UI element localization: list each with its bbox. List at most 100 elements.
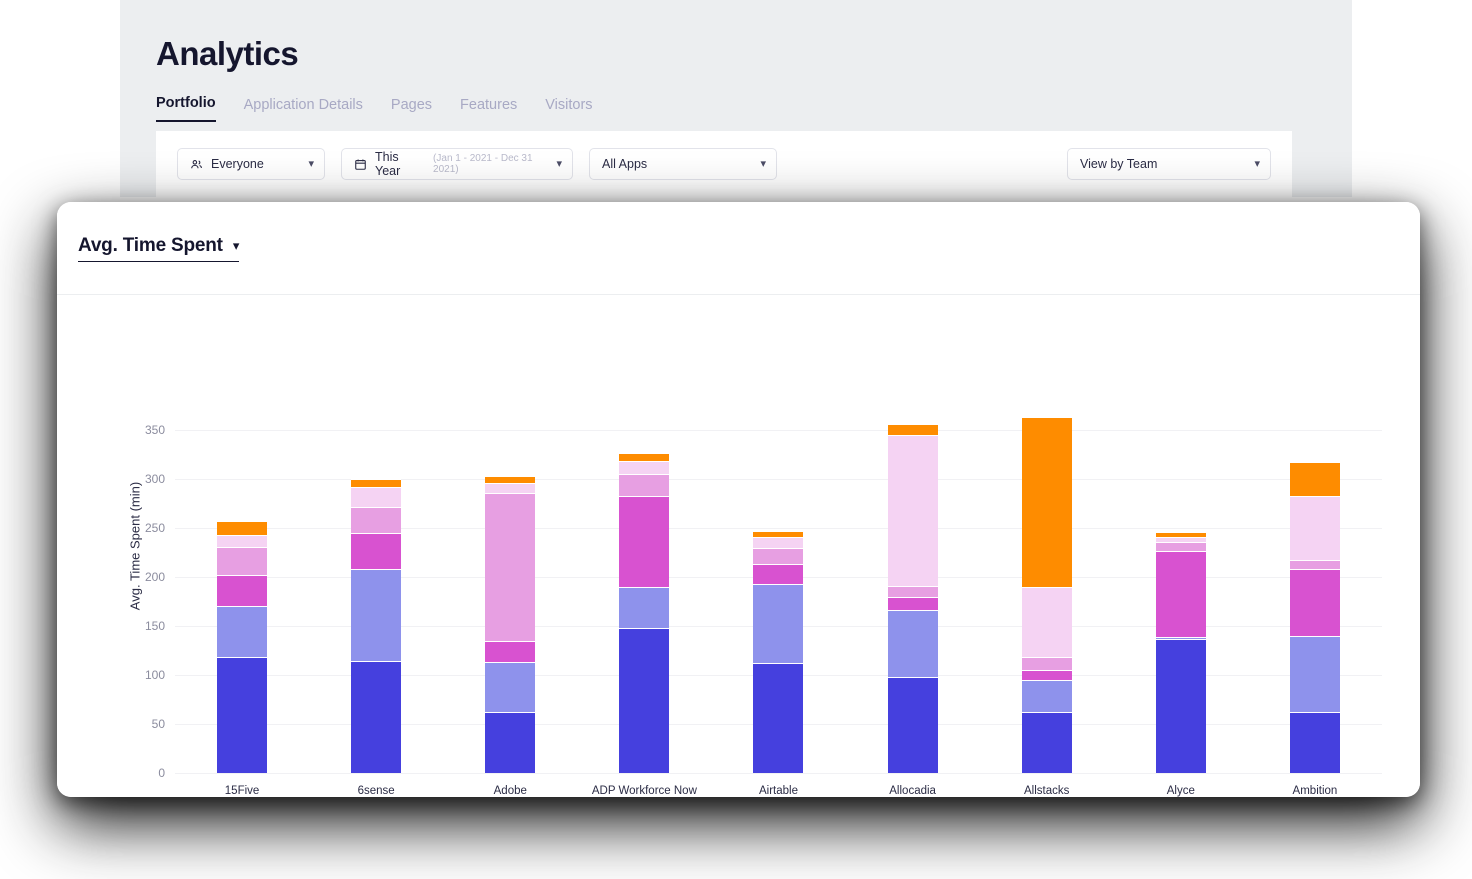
stacked-bar[interactable] (1155, 531, 1206, 773)
bar-segment-product[interactable] (619, 627, 670, 773)
calendar-icon (355, 159, 366, 170)
bar-segment-product[interactable] (1289, 712, 1340, 773)
x-axis-tick-label: Adobe (493, 785, 527, 797)
bar-segment-it[interactable] (217, 575, 268, 607)
bar-segment-marketing[interactable] (485, 482, 536, 493)
x-axis-tick-label: 15Five (224, 785, 260, 797)
bar-segment-sales[interactable] (1021, 657, 1072, 671)
bar-segment-engineering[interactable] (887, 610, 938, 677)
bar-column[interactable] (1248, 430, 1382, 773)
bar-segment-sales[interactable] (887, 585, 938, 597)
stacked-bar[interactable] (753, 530, 804, 773)
x-axis-tick-label: 6sense (357, 785, 395, 797)
bar-segment-design[interactable] (351, 479, 402, 487)
x-axis-tick-label: ADP Workforce Now (591, 785, 697, 797)
y-axis-tick: 50 (151, 717, 165, 731)
bar-segment-engineering[interactable] (351, 569, 402, 662)
audience-filter-label: Everyone (211, 157, 264, 171)
tab-visitors[interactable]: Visitors (545, 97, 592, 122)
bar-segment-it[interactable] (1021, 670, 1072, 680)
app-root: Analytics Portfolio Application Details Pa… (0, 0, 1472, 879)
bar-segment-engineering[interactable] (753, 583, 804, 664)
chart-bars (175, 417, 1382, 773)
tab-pages[interactable]: Pages (391, 97, 432, 122)
bar-segment-sales[interactable] (485, 492, 536, 641)
bar-segment-it[interactable] (1289, 569, 1340, 636)
audience-filter[interactable]: Everyone ▾ (177, 148, 325, 180)
bar-segment-it[interactable] (351, 532, 402, 570)
date-range-filter[interactable]: This Year (Jan 1 - 2021 - Dec 31 2021) ▾ (341, 148, 573, 180)
bar-segment-marketing[interactable] (753, 536, 804, 548)
bar-segment-marketing[interactable] (1289, 495, 1340, 561)
x-axis-labels: 15Five 6sense Adobe ADP Workforce Now Airtab… (175, 785, 1382, 797)
bar-segment-design[interactable] (619, 452, 670, 462)
bar-segment-sales[interactable] (351, 507, 402, 533)
bar-segment-engineering[interactable] (1289, 635, 1340, 713)
bar-segment-engineering[interactable] (217, 606, 268, 658)
bar-column[interactable] (711, 430, 845, 773)
bar-column[interactable] (175, 430, 309, 773)
bar-column[interactable] (1114, 430, 1248, 773)
chart-plot-area: Avg. Time Spent (min) 0 50 100 150 200 250 300… (57, 295, 1420, 797)
bar-segment-marketing[interactable] (887, 434, 938, 586)
stacked-bar[interactable] (619, 452, 670, 773)
tab-portfolio[interactable]: Portfolio (156, 95, 216, 123)
apps-filter[interactable]: All Apps ▾ (589, 148, 777, 180)
stacked-bar[interactable] (1289, 462, 1340, 773)
bar-segment-it[interactable] (485, 640, 536, 663)
bar-segment-product[interactable] (351, 661, 402, 773)
stacked-bar[interactable] (1021, 417, 1072, 773)
bar-segment-design[interactable] (1021, 417, 1072, 587)
bar-segment-sales[interactable] (619, 474, 670, 496)
view-by-label: View by Team (1080, 157, 1158, 171)
bar-segment-design[interactable] (217, 521, 268, 535)
bar-column[interactable] (980, 417, 1114, 773)
bar-segment-marketing[interactable] (217, 534, 268, 547)
bar-segment-engineering[interactable] (619, 586, 670, 628)
bar-segment-sales[interactable] (217, 546, 268, 576)
bar-segment-sales[interactable] (1155, 541, 1206, 551)
bar-segment-it[interactable] (887, 596, 938, 611)
bar-segment-product[interactable] (485, 712, 536, 773)
bar-segment-engineering[interactable] (485, 662, 536, 713)
stacked-bar[interactable] (485, 476, 536, 773)
bar-segment-design[interactable] (887, 424, 938, 435)
bar-column[interactable] (309, 430, 443, 773)
bar-segment-design[interactable] (485, 476, 536, 483)
bar-column[interactable] (846, 424, 980, 773)
bar-segment-marketing[interactable] (619, 461, 670, 475)
bar-segment-product[interactable] (1155, 638, 1206, 773)
stacked-bar[interactable] (887, 424, 938, 773)
bar-segment-product[interactable] (887, 676, 938, 773)
x-axis-tick-label: Allstacks (1024, 785, 1070, 797)
page-title: Analytics (156, 35, 299, 72)
tab-bar: Portfolio Application Details Pages Feature… (156, 91, 1352, 123)
y-axis-tick: 0 (158, 766, 165, 780)
bar-segment-engineering[interactable] (1021, 679, 1072, 713)
bar-segment-product[interactable] (1021, 712, 1072, 773)
bar-segment-marketing[interactable] (1021, 586, 1072, 658)
bar-segment-design[interactable] (1289, 462, 1340, 496)
y-axis-tick: 200 (144, 570, 165, 584)
bar-column[interactable] (443, 430, 577, 773)
bar-column[interactable] (577, 430, 711, 773)
bar-segment-product[interactable] (217, 657, 268, 773)
stacked-bar[interactable] (217, 521, 268, 773)
bar-segment-sales[interactable] (1289, 560, 1340, 570)
bar-segment-product[interactable] (753, 663, 804, 773)
bar-segment-it[interactable] (753, 564, 804, 584)
bar-segment-sales[interactable] (753, 547, 804, 565)
chart-card: Avg. Time Spent ▾ Avg. Time Spent (min) … (57, 202, 1420, 797)
stacked-bar[interactable] (351, 479, 402, 773)
y-axis-tick: 350 (144, 423, 165, 437)
view-by-filter[interactable]: View by Team ▾ (1067, 148, 1271, 180)
metric-selector[interactable]: Avg. Time Spent ▾ (78, 235, 240, 262)
bar-segment-marketing[interactable] (351, 486, 402, 508)
chart-card-header: Avg. Time Spent ▾ (57, 202, 1420, 295)
bar-segment-it[interactable] (1155, 550, 1206, 637)
y-axis-tick: 150 (144, 619, 165, 633)
y-axis-tick: 100 (144, 668, 165, 682)
tab-features[interactable]: Features (460, 97, 517, 122)
bar-segment-it[interactable] (619, 495, 670, 587)
tab-application-details[interactable]: Application Details (244, 97, 363, 122)
